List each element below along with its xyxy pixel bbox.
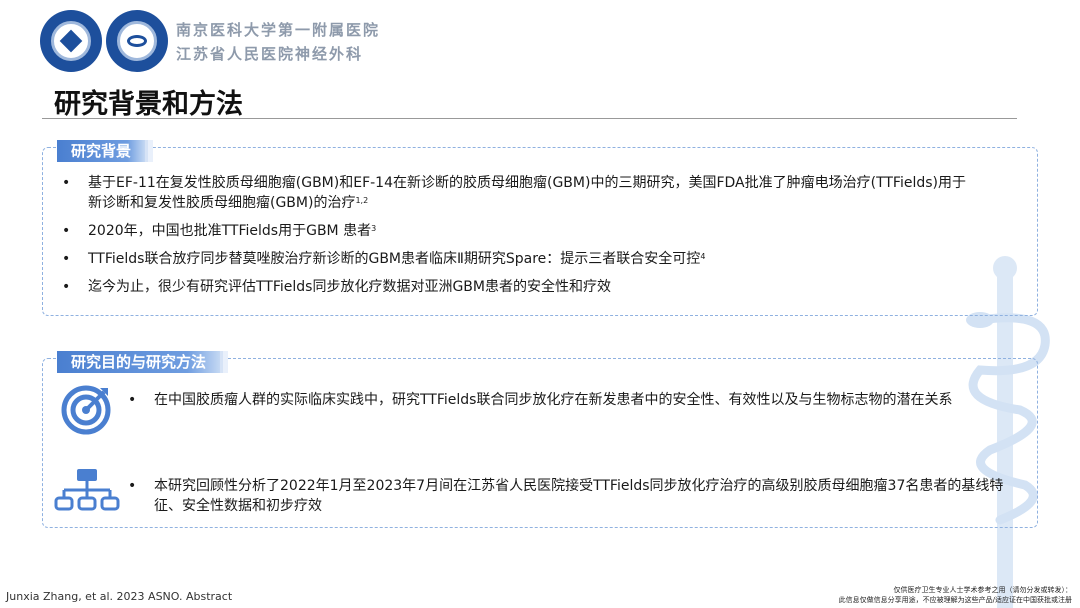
hierarchy-icon bbox=[54, 469, 120, 511]
hospital-name-line2: 江苏省人民医院神经外科 bbox=[176, 45, 364, 63]
background-section-tag: 研究背景 bbox=[57, 140, 146, 162]
list-item-text: 本研究回顾性分析了2022年1月至2023年7月间在江苏省人民医院接受TTFie… bbox=[154, 478, 1004, 514]
list-item-text: 在中国胶质瘤人群的实际临床实践中，研究TTFields联合同步放化疗在新发患者中… bbox=[154, 392, 953, 408]
list-item: TTFields联合放疗同步替莫唑胺治疗新诊断的GBM患者临床Ⅱ期研究Spare… bbox=[58, 249, 973, 269]
disclaimer-line2: 此信息仅做信息分享用途，不应被理解为这些产品/适应证在中国获批或注册 bbox=[838, 596, 1072, 604]
page-title: 研究背景和方法 bbox=[54, 89, 243, 120]
hospital-name-line1: 南京医科大学第一附属医院 bbox=[176, 21, 381, 39]
title-underline bbox=[42, 118, 1017, 119]
university-logo bbox=[40, 10, 102, 72]
methods-list-2: 本研究回顾性分析了2022年1月至2023年7月间在江苏省人民医院接受TTFie… bbox=[124, 476, 1024, 524]
list-item-text: 2020年，中国也批准TTFields用于GBM 患者 bbox=[88, 223, 372, 239]
disclaimer: 仅供医疗卫生专业人士学术参考之用（请勿分发或转发）： 此信息仅做信息分享用途，不… bbox=[652, 585, 1072, 605]
list-item: 在中国胶质瘤人群的实际临床实践中，研究TTFields联合同步放化疗在新发患者中… bbox=[124, 390, 1024, 410]
citation-ref: 3 bbox=[371, 224, 377, 233]
list-item: 2020年，中国也批准TTFields用于GBM 患者3 bbox=[58, 221, 973, 241]
citation-ref: 1,2 bbox=[355, 196, 369, 205]
methods-section-tag: 研究目的与研究方法 bbox=[57, 351, 221, 373]
list-item: 基于EF-11在复发性胶质母细胞瘤(GBM)和EF-14在新诊断的胶质母细胞瘤(… bbox=[58, 173, 973, 213]
citation-footer: Junxia Zhang, et al. 2023 ASNO. Abstract bbox=[6, 590, 233, 603]
list-item-text: TTFields联合放疗同步替莫唑胺治疗新诊断的GBM患者临床Ⅱ期研究Spare… bbox=[88, 251, 701, 267]
citation-ref: 4 bbox=[700, 252, 706, 261]
target-icon bbox=[61, 385, 111, 435]
methods-list-1: 在中国胶质瘤人群的实际临床实践中，研究TTFields联合同步放化疗在新发患者中… bbox=[124, 390, 1024, 418]
disclaimer-line1: 仅供医疗卫生专业人士学术参考之用（请勿分发或转发）： bbox=[893, 586, 1073, 594]
list-item: 迄今为止，很少有研究评估TTFields同步放化疗数据对亚洲GBM患者的安全性和… bbox=[58, 277, 973, 297]
list-item: 本研究回顾性分析了2022年1月至2023年7月间在江苏省人民医院接受TTFie… bbox=[124, 476, 1024, 516]
list-item-text: 基于EF-11在复发性胶质母细胞瘤(GBM)和EF-14在新诊断的胶质母细胞瘤(… bbox=[88, 175, 966, 211]
background-list: 基于EF-11在复发性胶质母细胞瘤(GBM)和EF-14在新诊断的胶质母细胞瘤(… bbox=[58, 173, 973, 305]
list-item-text: 迄今为止，很少有研究评估TTFields同步放化疗数据对亚洲GBM患者的安全性和… bbox=[88, 279, 611, 295]
hospital-logo bbox=[106, 10, 168, 72]
